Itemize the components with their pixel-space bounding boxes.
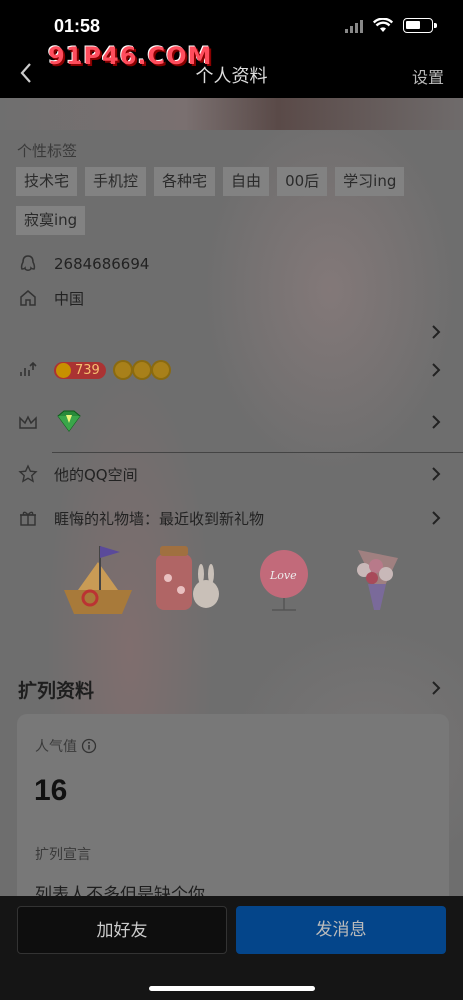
tag-list: 技术宅 手机控 各种宅 自由 00后 学习ing 寂寞ing [16, 167, 456, 235]
gift-wall-label: 睚悔的礼物墙：最近收到新礼物 [54, 509, 265, 528]
chevron-right-icon[interactable] [429, 511, 443, 525]
tag: 技术宅 [16, 167, 78, 196]
chevron-right-icon[interactable] [429, 415, 443, 429]
level-badge: 739 [54, 361, 106, 379]
level-row[interactable]: 739 [18, 358, 169, 382]
profile-content: 个性标签 技术宅 手机控 各种宅 自由 00后 学习ing 寂寞ing 2684… [0, 130, 463, 896]
sun-icon [114, 362, 131, 378]
home-icon [18, 288, 38, 308]
info-icon[interactable] [81, 738, 97, 754]
add-friend-button[interactable]: 加好友 [17, 906, 227, 954]
rank-up-icon [18, 360, 38, 380]
gift-wall-row[interactable]: 睚悔的礼物墙：最近收到新礼物 [18, 506, 264, 530]
chevron-right-icon[interactable] [429, 325, 443, 339]
cover-image [0, 98, 463, 130]
svg-text:Love: Love [269, 569, 297, 582]
location-text: 中国 [54, 289, 85, 308]
qzone-label: 他的QQ空间 [54, 465, 138, 484]
jar-bunny-gift [156, 546, 219, 610]
star-icon [18, 464, 38, 484]
paper-boat-gift [64, 546, 132, 614]
chevron-right-icon[interactable] [429, 467, 443, 481]
bottom-action-bar: 加好友 发消息 [0, 896, 463, 1000]
sun-icons [114, 362, 169, 378]
status-icons [345, 18, 437, 33]
vip-row[interactable] [18, 410, 84, 434]
flower-bouquet-gift [357, 550, 398, 610]
popularity-value: 16 [34, 774, 68, 807]
send-message-button[interactable]: 发消息 [236, 906, 446, 954]
qq-number: 2684686694 [54, 255, 150, 273]
vip-gem-icon [57, 410, 81, 432]
expand-card: 人气值 16 扩列宣言 列表人不多但是缺个你 [17, 714, 449, 896]
tag: 寂寞ing [16, 206, 86, 235]
popularity-label: 人气值 [35, 739, 77, 755]
sun-icon [133, 362, 150, 378]
tag: 自由 [223, 167, 270, 196]
settings-button[interactable]: 设置 [412, 64, 444, 88]
manifesto-label: 扩列宣言 [35, 847, 91, 863]
cellular-signal-icon [345, 19, 363, 33]
penguin-icon [18, 254, 38, 274]
tags-label: 个性标签 [17, 142, 78, 160]
divider [52, 452, 463, 453]
chevron-right-icon[interactable] [429, 363, 443, 377]
expand-section-title: 扩列资料 [18, 680, 95, 702]
gift-images: Love [64, 546, 398, 614]
tag: 各种宅 [154, 167, 216, 196]
status-time: 01:58 [54, 16, 101, 36]
battery-icon [403, 18, 437, 33]
tag: 学习ing [335, 167, 405, 196]
home-indicator[interactable] [149, 986, 315, 991]
popularity-label-row: 人气值 [35, 736, 97, 756]
coin-icon [56, 362, 71, 378]
level-number: 739 [75, 362, 100, 378]
sun-icon [152, 362, 169, 378]
status-bar: 01:58 [0, 0, 463, 48]
watermark-logo: 91P46.COM [48, 42, 213, 70]
love-balloon-gift: Love [260, 550, 308, 611]
crown-icon [18, 412, 38, 432]
tag: 00后 [277, 167, 328, 196]
manifesto-text: 列表人不多但是缺个你 [35, 885, 205, 896]
wifi-icon [373, 18, 393, 32]
location-row: 中国 [18, 286, 84, 310]
tag: 手机控 [85, 167, 147, 196]
gift-icon [18, 508, 38, 528]
qzone-row[interactable]: 他的QQ空间 [18, 462, 138, 486]
chevron-right-icon[interactable] [429, 681, 443, 695]
qq-number-row: 2684686694 [18, 252, 149, 276]
